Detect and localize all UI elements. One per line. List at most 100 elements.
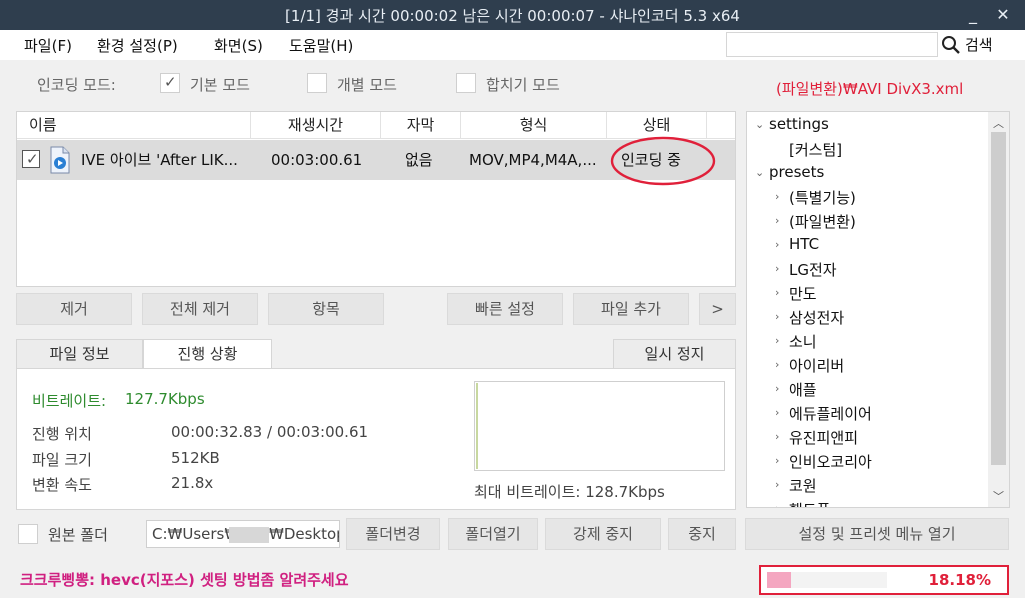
remove-button[interactable]: 제거 xyxy=(16,293,132,325)
search-input[interactable] xyxy=(726,32,938,57)
scroll-thumb[interactable] xyxy=(991,132,1006,465)
row-subtitle: 없음 xyxy=(405,151,433,169)
open-folder-button[interactable]: 폴더열기 xyxy=(448,518,538,550)
tree-collapse-icon[interactable]: › xyxy=(775,454,779,467)
remove-all-button[interactable]: 전체 제거 xyxy=(142,293,258,325)
position-value: 00:00:32.83 / 00:03:00.61 xyxy=(171,423,369,441)
file-list: 이름 재생시간 자막 형식 상태 IVE 아이브 'After LIK... 0… xyxy=(16,111,736,287)
tree-item[interactable]: 인비오코리아 xyxy=(789,451,872,472)
minimize-button[interactable]: _ xyxy=(960,2,986,28)
filesize-value: 512KB xyxy=(171,449,220,467)
bitrate-value: 127.7Kbps xyxy=(125,390,205,408)
search-button[interactable]: 검색 xyxy=(941,34,1011,56)
bitrate-label: 비트레이트: xyxy=(32,392,107,410)
max-bitrate-label: 최대 비트레이트: 128.7Kbps xyxy=(474,483,665,501)
menu-settings[interactable]: 환경 설정(P) xyxy=(97,35,178,56)
tree-collapse-icon[interactable]: › xyxy=(775,334,779,347)
tree-item[interactable]: 코원 xyxy=(789,475,817,496)
speed-label: 변환 속도 xyxy=(32,476,92,494)
column-subtitle[interactable]: 자막 xyxy=(381,112,461,139)
settings-menu-button[interactable]: 설정 및 프리셋 메뉴 열기 xyxy=(745,518,1009,550)
menu-help[interactable]: 도움말(H) xyxy=(289,35,353,56)
menu-file[interactable]: 파일(F) xyxy=(24,35,72,56)
position-label: 진행 위치 xyxy=(32,425,92,443)
mode-merge-label: 합치기 모드 xyxy=(486,76,560,94)
tree-item[interactable]: 만도 xyxy=(789,283,817,304)
add-file-button[interactable]: 파일 추가 xyxy=(573,293,689,325)
tree-item[interactable]: 에듀플레이어 xyxy=(789,403,872,424)
tree-collapse-icon[interactable]: › xyxy=(775,406,779,419)
tree-collapse-icon[interactable]: › xyxy=(775,262,779,275)
tree-item[interactable]: HTC xyxy=(789,235,819,253)
source-folder-checkbox[interactable] xyxy=(18,524,38,544)
scroll-down-icon[interactable]: ﹀ xyxy=(993,488,1004,504)
progress-percent: 18.18% xyxy=(928,571,991,589)
path-suffix: ₩Desktop xyxy=(269,525,340,543)
tree-expand-icon[interactable]: ⌄ xyxy=(755,118,764,131)
row-name: IVE 아이브 'After LIK... xyxy=(81,151,238,169)
mode-merge-checkbox[interactable] xyxy=(456,73,476,93)
progress-bar-highlight: 18.18% xyxy=(759,565,1009,595)
tab-file-info[interactable]: 파일 정보 xyxy=(16,339,143,369)
row-checkbox[interactable] xyxy=(22,150,40,168)
encoding-mode-row: 인코딩 모드: 기본 모드 개별 모드 합치기 모드 xyxy=(0,60,740,110)
tree-item[interactable]: 삼성전자 xyxy=(789,307,844,328)
pause-button[interactable]: 일시 정지 xyxy=(613,339,736,369)
scroll-up-icon[interactable]: ︿ xyxy=(993,115,1004,131)
close-button[interactable]: ✕ xyxy=(990,2,1016,28)
output-path-field[interactable]: C:₩Users₩ ₩Desktop xyxy=(146,520,340,548)
tree-item[interactable]: (특별기능) xyxy=(789,187,856,208)
tree-item[interactable]: LG전자 xyxy=(789,259,837,280)
status-highlight-ellipse xyxy=(610,136,716,186)
tree-item[interactable]: 핸드폰 xyxy=(789,499,830,507)
mode-basic-checkbox[interactable] xyxy=(160,73,180,93)
progress-panel: 비트레이트: 127.7Kbps 진행 위치 00:00:32.83 / 00:… xyxy=(16,368,736,510)
stop-button[interactable]: 중지 xyxy=(668,518,736,550)
tree-scrollbar[interactable]: ︿ ﹀ xyxy=(988,112,1009,507)
tree-collapse-icon[interactable]: › xyxy=(775,310,779,323)
bitrate-graph-line xyxy=(476,383,478,469)
tree-collapse-icon[interactable]: › xyxy=(775,358,779,371)
tree-collapse-icon[interactable]: › xyxy=(775,430,779,443)
tree-item[interactable]: 애플 xyxy=(789,379,817,400)
tree-item[interactable]: [커스텀] xyxy=(789,139,842,160)
column-name[interactable]: 이름 xyxy=(17,112,251,139)
progress-track xyxy=(767,572,887,588)
tree-collapse-icon[interactable]: › xyxy=(775,478,779,491)
quick-settings-button[interactable]: 빠른 설정 xyxy=(447,293,563,325)
source-folder-label: 원본 폴더 xyxy=(48,526,108,544)
column-status[interactable]: 상태 xyxy=(607,112,707,139)
row-duration: 00:03:00.61 xyxy=(271,151,363,169)
column-filler xyxy=(707,112,735,139)
mode-individual-checkbox[interactable] xyxy=(307,73,327,93)
tree-expand-icon[interactable]: ⌄ xyxy=(755,166,764,179)
encoding-mode-label: 인코딩 모드: xyxy=(37,76,116,94)
menu-view[interactable]: 화면(S) xyxy=(214,35,263,56)
tree-item[interactable]: 아이리버 xyxy=(789,355,844,376)
status-bar: 크크루삥뽕: hevc(지포스) 셋팅 방법좀 알려주세요 18.18% xyxy=(0,563,1025,598)
item-button[interactable]: 항목 xyxy=(268,293,384,325)
tree-collapse-icon[interactable]: › xyxy=(775,214,779,227)
tree-collapse-icon[interactable]: › xyxy=(775,382,779,395)
search-label: 검색 xyxy=(965,36,993,54)
more-button[interactable]: > xyxy=(699,293,736,325)
tree-item[interactable]: (파일변환) xyxy=(789,211,856,232)
force-stop-button[interactable]: 강제 중지 xyxy=(545,518,661,550)
tree-collapse-icon[interactable]: › xyxy=(775,238,779,251)
mode-basic-label: 기본 모드 xyxy=(190,76,250,94)
tree-item[interactable]: presets xyxy=(769,163,824,181)
change-folder-button[interactable]: 폴더변경 xyxy=(346,518,440,550)
tree-item[interactable]: 유진피앤피 xyxy=(789,427,858,448)
tree-item[interactable]: settings xyxy=(769,115,829,133)
tree-collapse-icon[interactable]: › xyxy=(775,190,779,203)
tree-collapse-icon[interactable]: › xyxy=(775,286,779,299)
column-format[interactable]: 형식 xyxy=(461,112,607,139)
column-duration[interactable]: 재생시간 xyxy=(251,112,381,139)
bitrate-graph xyxy=(474,381,725,471)
tree-item[interactable]: 소니 xyxy=(789,331,817,352)
tree-collapse-icon[interactable]: › xyxy=(775,502,779,507)
filesize-label: 파일 크기 xyxy=(32,451,92,469)
tab-progress[interactable]: 진행 상황 xyxy=(143,339,272,369)
preset-path[interactable]: (파일변환)₩AVI DivX3.xml xyxy=(776,78,963,99)
window-title: [1/1] 경과 시간 00:00:02 남은 시간 00:00:07 - 샤나… xyxy=(285,7,740,25)
